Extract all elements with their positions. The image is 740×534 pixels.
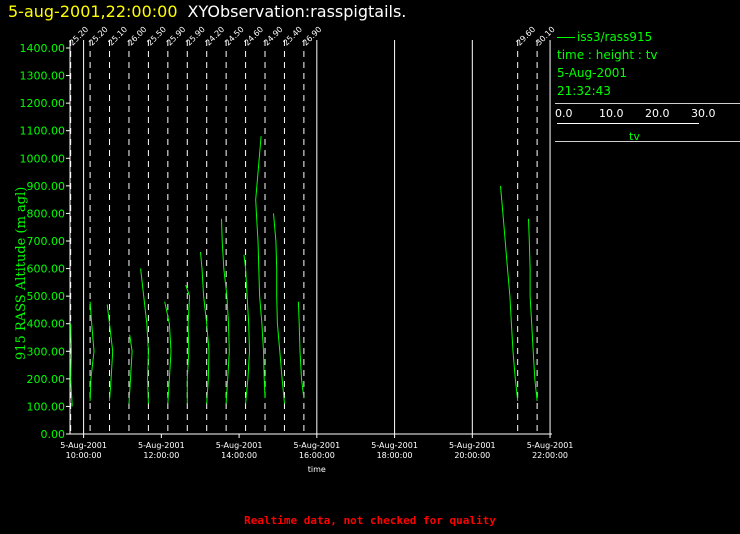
profile-label: 24.60	[243, 25, 266, 48]
legend-scale-tick: 30.0	[691, 107, 716, 120]
x-tick-time: 20:00:00	[454, 451, 490, 460]
legend-time: 21:32:43	[557, 84, 611, 98]
x-tick-date: 5-Aug-2001	[371, 441, 418, 450]
profile-label: 25.90	[184, 25, 207, 48]
tv-profile-line	[200, 251, 210, 404]
y-tick-label: 1200.00	[20, 97, 66, 110]
y-tick-label: 0.00	[41, 428, 66, 441]
x-tick-time: 12:00:00	[143, 451, 179, 460]
tv-profile-line	[221, 218, 230, 404]
profile-label: 24.20	[204, 25, 227, 48]
profile-label: 24.50	[223, 25, 246, 48]
profile-label: 24.90	[262, 25, 285, 48]
profile-label: 25.90	[165, 25, 188, 48]
legend-scale-tick: 0.0	[555, 107, 573, 120]
x-tick-date: 5-Aug-2001	[138, 441, 185, 450]
legend-date: 5-Aug-2001	[557, 66, 628, 80]
legend-divider-top	[555, 103, 740, 104]
x-tick-time: 18:00:00	[377, 451, 413, 460]
tv-profile-line	[89, 301, 95, 401]
y-tick-label: 500.00	[27, 290, 66, 303]
legend-series: iss3/rass915	[557, 30, 652, 44]
tv-profile-line	[185, 284, 191, 404]
y-tick-label: 900.00	[27, 180, 66, 193]
y-tick-label: 300.00	[27, 345, 66, 358]
x-tick-time: 16:00:00	[299, 451, 335, 460]
chart-stage: 5-aug-2001,22:00:00 XYObservation:rasspig…	[0, 0, 740, 534]
profile-label: 26.90	[301, 25, 324, 48]
profile-label: 25.20	[68, 25, 91, 48]
profile-label: 30.10	[534, 25, 557, 48]
x-tick-time: 14:00:00	[221, 451, 257, 460]
profile-label: 29.60	[515, 25, 538, 48]
y-tick-label: 400.00	[27, 318, 66, 331]
y-tick-label: 800.00	[27, 207, 66, 220]
tv-profile-line	[500, 185, 519, 401]
y-tick-label: 700.00	[27, 235, 66, 248]
y-tick-label: 1000.00	[20, 152, 66, 165]
legend-divider-bottom	[555, 141, 740, 142]
profile-label: 25.20	[87, 25, 110, 48]
tv-profile-line	[528, 218, 538, 401]
x-tick-time: 22:00:00	[532, 451, 568, 460]
legend-scale-tick: 20.0	[645, 107, 670, 120]
legend-line-swatch	[557, 37, 575, 38]
tv-profile-line	[297, 301, 305, 399]
quality-footer: Realtime data, not checked for quality	[244, 514, 496, 527]
profile-label: 25.40	[282, 25, 305, 48]
x-tick-date: 5-Aug-2001	[60, 441, 107, 450]
x-tick-date: 5-Aug-2001	[293, 441, 340, 450]
x-tick-date: 5-Aug-2001	[527, 441, 574, 450]
legend-panel: iss3/rass915 time : height : tv 5-Aug-20…	[555, 28, 740, 144]
y-tick-label: 1300.00	[20, 70, 66, 83]
y-tick-label: 600.00	[27, 263, 66, 276]
x-tick-time: 10:00:00	[66, 451, 102, 460]
legend-axes: time : height : tv	[557, 48, 658, 62]
tv-profile-line	[128, 334, 133, 404]
x-axis-label: time	[308, 465, 326, 474]
y-tick-label: 1100.00	[20, 125, 66, 138]
profile-label: 25.50	[145, 25, 168, 48]
y-tick-label: 200.00	[27, 373, 66, 386]
tv-profile-line	[243, 254, 251, 404]
legend-scale-tick: 10.0	[599, 107, 624, 120]
profile-label: 25.10	[107, 25, 130, 48]
x-tick-date: 5-Aug-2001	[449, 441, 496, 450]
x-tick-date: 5-Aug-2001	[216, 441, 263, 450]
tv-profile-line	[255, 136, 266, 399]
tv-profile-line	[140, 268, 149, 404]
tv-profile-line	[273, 213, 285, 404]
y-tick-label: 100.00	[27, 400, 66, 413]
y-tick-label: 1400.00	[20, 42, 66, 55]
legend-scale-line	[557, 123, 699, 124]
legend-series-label: iss3/rass915	[577, 30, 653, 44]
profile-label: 26.00	[126, 25, 149, 48]
